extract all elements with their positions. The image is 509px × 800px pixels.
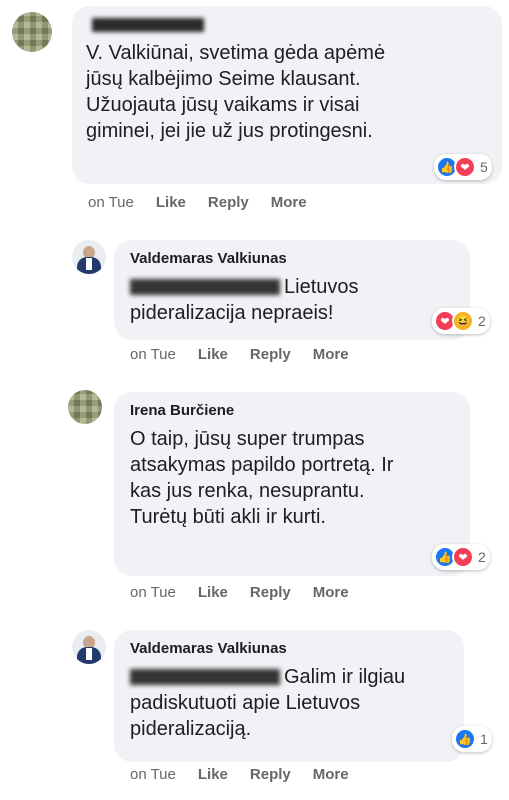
more-button[interactable]: More: [271, 194, 307, 211]
like-icon: 👍: [454, 728, 476, 750]
redacted-mention[interactable]: [130, 279, 280, 295]
timestamp[interactable]: on Tue: [130, 766, 176, 783]
comment-text: Lietuvos pideralizacija nepraeis!: [130, 276, 359, 324]
reaction-count: 1: [480, 731, 488, 747]
reactions-summary[interactable]: ❤ 😆 2: [432, 308, 490, 334]
love-icon: ❤: [454, 156, 476, 178]
comment-actions: on Tue Like Reply More: [130, 346, 349, 363]
reaction-count: 2: [478, 549, 486, 565]
author-name[interactable]: Irena Burčiene: [130, 402, 234, 419]
reply-button[interactable]: Reply: [250, 766, 291, 783]
avatar[interactable]: [72, 630, 106, 664]
comment-text: O taip, jūsų super trumpas atsakymas pap…: [130, 428, 394, 528]
more-button[interactable]: More: [313, 584, 349, 601]
haha-icon: 😆: [452, 310, 474, 332]
reply-button[interactable]: Reply: [250, 584, 291, 601]
comment-actions: on Tue Like Reply More: [130, 584, 349, 601]
redacted-author-name[interactable]: [92, 16, 204, 33]
author-name[interactable]: Valdemaras Valkiunas: [130, 250, 287, 267]
like-button[interactable]: Like: [198, 766, 228, 783]
comment-text: Galim ir ilgiau padiskutuoti apie Lietuv…: [130, 666, 406, 740]
comment-text: V. Valkiūnai, svetima gėda apėmė jūsų ka…: [86, 42, 386, 142]
love-icon: ❤: [452, 546, 474, 568]
author-name[interactable]: Valdemaras Valkiunas: [130, 640, 287, 657]
timestamp[interactable]: on Tue: [130, 346, 176, 363]
reactions-summary[interactable]: 👍 ❤ 2: [432, 544, 490, 570]
reactions-summary[interactable]: 👍 ❤ 5: [434, 154, 492, 180]
avatar[interactable]: [68, 390, 102, 424]
reply-button[interactable]: Reply: [208, 194, 249, 211]
avatar[interactable]: [12, 12, 52, 52]
reactions-summary[interactable]: 👍 1: [452, 726, 492, 752]
comment-bubble: Valdemaras Valkiunas Lietuvos pideraliza…: [114, 240, 470, 340]
comment-bubble: Irena Burčiene O taip, jūsų super trumpa…: [114, 392, 470, 576]
timestamp[interactable]: on Tue: [88, 194, 134, 211]
timestamp[interactable]: on Tue: [130, 584, 176, 601]
reply-button[interactable]: Reply: [250, 346, 291, 363]
like-button[interactable]: Like: [198, 346, 228, 363]
reaction-count: 5: [480, 159, 488, 175]
avatar[interactable]: [72, 240, 106, 274]
more-button[interactable]: More: [313, 766, 349, 783]
like-button[interactable]: Like: [198, 584, 228, 601]
more-button[interactable]: More: [313, 346, 349, 363]
reaction-count: 2: [478, 313, 486, 329]
redacted-mention[interactable]: [130, 669, 280, 685]
comment-actions: on Tue Like Reply More: [130, 766, 349, 783]
comment-bubble: Valdemaras Valkiunas Galim ir ilgiau pad…: [114, 630, 464, 762]
like-button[interactable]: Like: [156, 194, 186, 211]
comment-actions: on Tue Like Reply More: [88, 194, 307, 211]
